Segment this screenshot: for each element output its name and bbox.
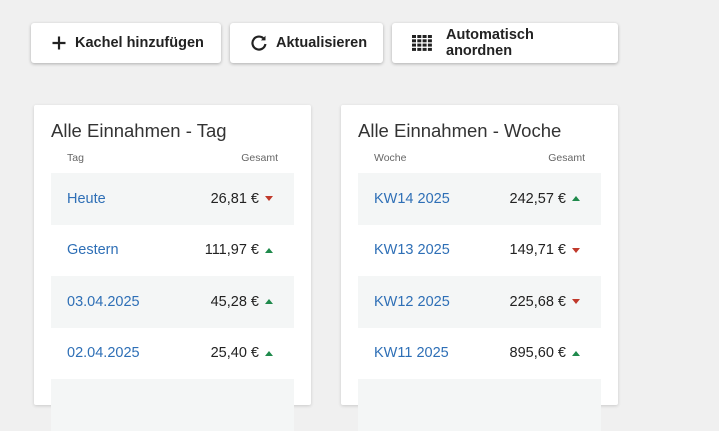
refresh-icon: [250, 34, 268, 52]
column-header-week: Woche: [374, 152, 407, 164]
refresh-button[interactable]: Aktualisieren: [230, 23, 383, 63]
tile-income-week: Alle Einnahmen - Woche Woche Gesamt KW14…: [341, 105, 618, 431]
list-item: 03.04.2025 45,28 €: [51, 276, 294, 328]
list-item: KW14 2025 242,57 €: [358, 173, 601, 225]
day-link[interactable]: 03.04.2025: [67, 294, 140, 310]
total-value: 45,28 €: [210, 293, 259, 310]
total-value: 25,40 €: [210, 345, 259, 362]
trend-up-icon: [265, 247, 273, 253]
trend-down-icon: [572, 247, 580, 253]
income-list: Heute 26,81 € Gestern 111,97 € 03.04.202…: [51, 173, 294, 431]
trend-down-icon: [572, 299, 580, 305]
total-value: 111,97 €: [204, 242, 259, 259]
column-header-day: Tag: [67, 152, 84, 164]
toolbar: Kachel hinzufügen Aktualisieren Automati…: [31, 23, 618, 63]
list-item: Heute 26,81 €: [51, 173, 294, 225]
tile-title: Alle Einnahmen - Tag: [51, 120, 227, 141]
add-tile-button[interactable]: Kachel hinzufügen: [31, 23, 221, 63]
week-link[interactable]: KW13 2025: [374, 242, 450, 258]
trend-up-icon: [572, 196, 580, 202]
auto-arrange-button[interactable]: Automatisch anordnen: [392, 23, 618, 63]
week-link[interactable]: KW11 2025: [374, 345, 449, 361]
day-link[interactable]: 02.04.2025: [67, 345, 140, 361]
trend-down-icon: [265, 196, 273, 202]
income-list: KW14 2025 242,57 € KW13 2025 149,71 € KW…: [358, 173, 601, 431]
day-link[interactable]: Gestern: [67, 242, 119, 258]
column-header-total: Gesamt: [548, 152, 585, 164]
day-link[interactable]: Heute: [67, 191, 106, 207]
refresh-label: Aktualisieren: [276, 35, 368, 51]
trend-up-icon: [265, 299, 273, 305]
week-link[interactable]: KW12 2025: [374, 294, 450, 310]
trend-up-icon: [265, 350, 273, 356]
total-value: 149,71 €: [509, 242, 566, 259]
column-header-total: Gesamt: [241, 152, 278, 164]
trend-up-icon: [572, 350, 580, 356]
list-item: KW11 2025 895,60 €: [358, 328, 601, 380]
list-item: KW12 2025 225,68 €: [358, 276, 601, 328]
week-link[interactable]: KW14 2025: [374, 191, 450, 207]
auto-arrange-label: Automatisch anordnen: [446, 27, 534, 59]
list-item: Gestern 111,97 €: [51, 225, 294, 277]
total-value: 242,57 €: [509, 190, 566, 207]
total-value: 225,68 €: [509, 293, 566, 310]
total-value: 895,60 €: [509, 345, 566, 362]
add-tile-label: Kachel hinzufügen: [75, 35, 204, 51]
grid-icon: [412, 35, 432, 51]
total-value: 26,81 €: [210, 190, 259, 207]
list-item: KW13 2025 149,71 €: [358, 225, 601, 277]
tile-income-day: Alle Einnahmen - Tag Tag Gesamt Heute 26…: [34, 105, 311, 431]
list-item: 02.04.2025 25,40 €: [51, 328, 294, 380]
tile-title: Alle Einnahmen - Woche: [358, 120, 562, 141]
plus-icon: [51, 35, 67, 51]
